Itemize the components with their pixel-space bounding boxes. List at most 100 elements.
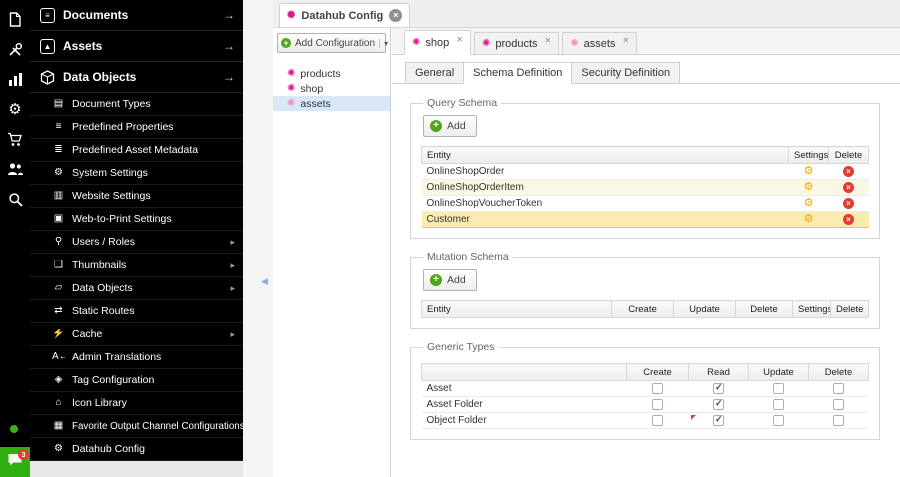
tree-item-assets[interactable]: ✺ assets	[273, 96, 390, 111]
sidebar-item-data-objects[interactable]: ▱ Data Objects ▸	[30, 277, 243, 300]
column-header-entity[interactable]: Entity	[421, 146, 789, 164]
checkbox-update[interactable]	[773, 398, 784, 410]
sidebar-section-data-objects[interactable]: Data Objects →	[30, 62, 243, 93]
checkbox-create[interactable]	[652, 414, 663, 426]
settings-gear-icon[interactable]: ⚙	[804, 165, 814, 177]
lightning-icon: ⚡	[52, 329, 65, 339]
column-header-delete[interactable]: Delete	[808, 363, 869, 381]
arrow-right-icon: →	[223, 39, 235, 53]
settings-rail-icon[interactable]: ⚙	[0, 98, 30, 120]
sidebar-item-favorite-output-channel-configurations[interactable]: ▦ Favorite Output Channel Configurations	[30, 415, 245, 438]
checkbox-update[interactable]	[773, 414, 784, 426]
close-tab-icon[interactable]: ×	[389, 9, 403, 22]
column-header-blank	[421, 363, 627, 381]
column-header-create[interactable]: Create	[626, 363, 689, 381]
main-panel: ✺ shop ✕ ✺ products ✕ ✺ assets ✕ General…	[392, 28, 900, 477]
column-header-settings[interactable]: Settings	[792, 300, 831, 318]
ecommerce-rail-icon[interactable]	[0, 128, 30, 150]
tab-products[interactable]: ✺ products ✕	[473, 32, 560, 54]
table-row[interactable]: Object Folder	[421, 412, 869, 429]
column-header-delete[interactable]: Delete	[828, 146, 869, 164]
documents-rail-icon[interactable]	[0, 8, 30, 30]
column-header-create[interactable]: Create	[611, 300, 674, 318]
table-row-selected[interactable]: Customer ⚙ ×	[421, 211, 869, 228]
delete-icon[interactable]: ×	[843, 214, 854, 225]
window-tab-datahub-config[interactable]: ✺ Datahub Config ×	[279, 3, 411, 27]
tab-general[interactable]: General	[405, 62, 465, 84]
sidebar-item-predefined-asset-metadata[interactable]: ≣ Predefined Asset Metadata	[30, 139, 243, 162]
sidebar-item-tag-configuration[interactable]: ◈ Tag Configuration	[30, 369, 243, 392]
checkbox-delete[interactable]	[833, 382, 844, 394]
panel-gap	[243, 0, 273, 477]
search-rail-icon[interactable]	[0, 188, 30, 210]
plus-icon: +	[281, 38, 291, 48]
sidebar-item-website-settings[interactable]: ▥ Website Settings	[30, 185, 243, 208]
sidebar-section-assets[interactable]: ▲ Assets →	[30, 31, 243, 62]
sidebar: ≡ Documents → ▲ Assets → Data Objects → …	[30, 0, 245, 461]
chat-button[interactable]: 3	[0, 447, 30, 477]
settings-gear-icon[interactable]: ⚙	[804, 181, 814, 193]
add-configuration-button[interactable]: + Add Configuration ▾	[277, 33, 388, 53]
checkbox-create[interactable]	[652, 398, 663, 410]
users-rail-icon[interactable]	[0, 158, 30, 180]
sidebar-item-web-to-print-settings[interactable]: ▣ Web-to-Print Settings	[30, 208, 243, 231]
tab-shop[interactable]: ✺ shop ✕	[404, 30, 471, 55]
table-row[interactable]: Asset Folder	[421, 396, 869, 413]
config-tab-bar: ✺ shop ✕ ✺ products ✕ ✺ assets ✕	[392, 28, 900, 55]
sidebar-item-predefined-properties[interactable]: ≡ Predefined Properties	[30, 116, 243, 139]
collapse-panel-icon[interactable]: ◀	[261, 276, 268, 287]
tab-schema-definition[interactable]: Schema Definition	[463, 62, 573, 84]
checkbox-read[interactable]	[713, 398, 724, 410]
delete-icon[interactable]: ×	[843, 166, 854, 177]
checkbox-read[interactable]	[713, 382, 724, 394]
table-row[interactable]: Asset	[421, 380, 869, 397]
mutation-schema-fieldset: Mutation Schema + Add Entity Create Upda…	[410, 251, 880, 329]
delete-icon[interactable]: ×	[843, 182, 854, 193]
checkbox-read[interactable]	[713, 414, 724, 426]
tree-item-products[interactable]: ✺ products	[273, 66, 390, 81]
delete-icon[interactable]: ×	[843, 198, 854, 209]
table-row[interactable]: OnlineShopVoucherToken ⚙ ×	[421, 195, 869, 212]
sidebar-item-thumbnails[interactable]: ❏ Thumbnails ▸	[30, 254, 243, 277]
settings-gear-icon[interactable]: ⚙	[804, 213, 814, 225]
checkbox-update[interactable]	[773, 382, 784, 394]
table-row[interactable]: OnlineShopOrder ⚙ ×	[421, 163, 869, 180]
dirty-cell-marker	[690, 415, 696, 420]
tools-rail-icon[interactable]	[0, 38, 30, 60]
column-header-settings[interactable]: Settings	[788, 146, 829, 164]
sidebar-item-cache[interactable]: ⚡ Cache ▸	[30, 323, 243, 346]
column-header-delete[interactable]: Delete	[735, 300, 793, 318]
column-header-read[interactable]: Read	[688, 363, 749, 381]
checkbox-delete[interactable]	[833, 398, 844, 410]
column-header-update[interactable]: Update	[673, 300, 736, 318]
reports-rail-icon[interactable]	[0, 68, 30, 90]
sidebar-item-users-roles[interactable]: ⚲ Users / Roles ▸	[30, 231, 243, 254]
tree-item-shop[interactable]: ✺ shop	[273, 81, 390, 96]
column-header-delete[interactable]: Delete	[830, 300, 869, 318]
sidebar-item-icon-library[interactable]: ⌂ Icon Library	[30, 392, 243, 415]
datahub-config-icon: ✺	[412, 36, 421, 48]
table-row[interactable]: OnlineShopOrderItem ⚙ ×	[421, 179, 869, 196]
close-tab-icon[interactable]: ✕	[456, 35, 463, 44]
sidebar-item-document-types[interactable]: ▤ Document Types	[30, 93, 243, 116]
query-schema-add-button[interactable]: + Add	[423, 115, 477, 137]
datahub-icon: ✺	[287, 9, 296, 21]
checkbox-create[interactable]	[652, 382, 663, 394]
sidebar-item-system-settings[interactable]: ⚙ System Settings	[30, 162, 243, 185]
mutation-schema-add-button[interactable]: + Add	[423, 269, 477, 291]
sidebar-item-admin-translations[interactable]: A↔ Admin Translations	[30, 346, 243, 369]
checkbox-delete[interactable]	[833, 414, 844, 426]
user-icon: ⚲	[54, 237, 63, 247]
hub-icon: ⚙	[54, 444, 63, 454]
settings-gear-icon[interactable]: ⚙	[804, 197, 814, 209]
column-header-entity[interactable]: Entity	[421, 300, 612, 318]
sidebar-section-documents[interactable]: ≡ Documents →	[30, 0, 243, 31]
column-header-update[interactable]: Update	[748, 363, 809, 381]
routes-icon: ⇄	[54, 306, 63, 316]
tab-assets[interactable]: ✺ assets ✕	[562, 32, 638, 54]
close-tab-icon[interactable]: ✕	[545, 36, 552, 45]
tab-security-definition[interactable]: Security Definition	[571, 62, 681, 84]
sidebar-item-datahub-config[interactable]: ⚙ Datahub Config	[30, 438, 243, 461]
sidebar-item-static-routes[interactable]: ⇄ Static Routes	[30, 300, 243, 323]
close-tab-icon[interactable]: ✕	[622, 36, 629, 45]
